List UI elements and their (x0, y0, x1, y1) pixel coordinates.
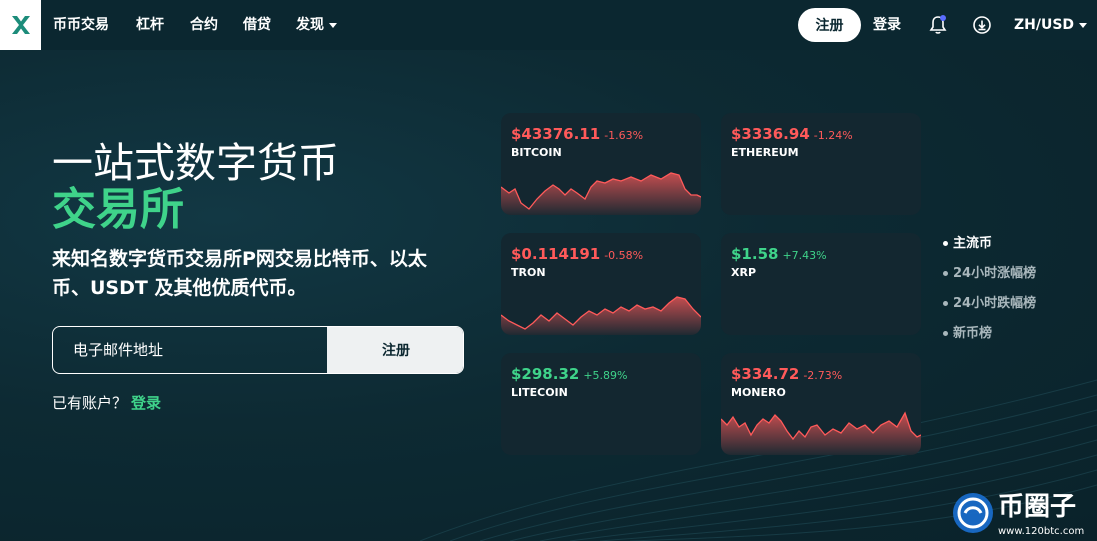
email-signup-form: 注册 (52, 326, 464, 374)
card-price: $3336.94 -1.24% (731, 125, 853, 143)
nav-spot-trading[interactable]: 币币交易 (53, 15, 109, 35)
logo[interactable] (0, 0, 41, 50)
card-change: -1.63% (604, 129, 644, 142)
tab-new-coins[interactable]: 新币榜 (943, 322, 992, 341)
market-card-ethereum[interactable]: $3336.94 -1.24% ETHEREUM (721, 113, 921, 215)
active-dot-icon (943, 241, 948, 246)
card-price: $0.114191 -0.58% (511, 245, 644, 263)
card-coin-name: MONERO (731, 386, 786, 399)
card-change: -2.73% (803, 369, 843, 382)
card-change: -0.58% (604, 249, 644, 262)
card-coin-name: BITCOIN (511, 146, 562, 159)
hero-title-line2: 交易所 (52, 184, 184, 235)
watermark-brand: 币圈子 (998, 492, 1076, 522)
card-coin-name: ETHEREUM (731, 146, 799, 159)
market-card-tron[interactable]: $0.114191 -0.58% TRON (501, 233, 701, 335)
card-change: -1.24% (813, 129, 853, 142)
top-navbar: 币币交易 杠杆 合约 借贷 发现 注册 登录 ZH/USD (0, 0, 1097, 50)
tab-mainstream[interactable]: 主流币 (943, 232, 992, 251)
card-coin-name: XRP (731, 266, 757, 279)
nav-discover[interactable]: 发现 (296, 15, 337, 35)
card-price: $43376.11 -1.63% (511, 125, 644, 143)
download-icon[interactable] (970, 13, 994, 37)
nav-lending[interactable]: 借贷 (243, 15, 271, 35)
sparkline-monero (721, 411, 921, 455)
market-card-litecoin[interactable]: $298.32 +5.89% LITECOIN (501, 353, 701, 455)
email-signup-button[interactable]: 注册 (327, 327, 463, 373)
nav-futures[interactable]: 合约 (190, 15, 218, 35)
chevron-down-icon (1079, 22, 1088, 28)
login-prompt: 已有账户？ 登录 (52, 392, 161, 413)
login-link[interactable]: 登录 (873, 15, 901, 35)
dot-icon (943, 271, 948, 276)
tab-24h-losers[interactable]: 24小时跌幅榜 (943, 292, 1036, 311)
card-price: $1.58 +7.43% (731, 245, 827, 263)
sparkline-tron (501, 296, 701, 335)
market-card-bitcoin[interactable]: $43376.11 -1.63% BITCOIN (501, 113, 701, 215)
card-coin-name: TRON (511, 266, 546, 279)
market-card-xrp[interactable]: $1.58 +7.43% XRP (721, 233, 921, 335)
dot-icon (943, 301, 948, 306)
signup-button[interactable]: 注册 (798, 8, 861, 42)
locale-selector[interactable]: ZH/USD (1014, 15, 1088, 35)
watermark-url: www.120btc.com (998, 526, 1084, 537)
nav-discover-label: 发现 (296, 17, 324, 33)
chevron-down-icon (329, 22, 337, 28)
card-coin-name: LITECOIN (511, 386, 568, 399)
hero-subtitle: 来知名数字货币交易所P网交易比特币、以太币、USDT 及其他优质代币。 (52, 248, 427, 299)
card-price: $334.72 -2.73% (731, 365, 843, 383)
market-card-monero[interactable]: $334.72 -2.73% MONERO (721, 353, 921, 455)
card-price: $298.32 +5.89% (511, 365, 628, 383)
locale-label: ZH/USD (1014, 17, 1075, 33)
watermark-logo: 币圈子 www.120btc.com (953, 492, 1084, 537)
bell-icon[interactable] (926, 13, 950, 37)
sparkline-bitcoin (501, 172, 701, 215)
logo-x-icon (11, 16, 30, 34)
tab-24h-gainers[interactable]: 24小时涨幅榜 (943, 262, 1036, 281)
nav-margin[interactable]: 杠杆 (136, 15, 164, 35)
have-account-text: 已有账户？ (52, 394, 128, 412)
email-input[interactable] (53, 327, 327, 373)
dot-icon (943, 331, 948, 336)
card-change: +5.89% (583, 369, 628, 382)
hero-login-link[interactable]: 登录 (131, 394, 161, 412)
card-change: +7.43% (782, 249, 827, 262)
hero-title-line1: 一站式数字货币 (52, 139, 339, 187)
